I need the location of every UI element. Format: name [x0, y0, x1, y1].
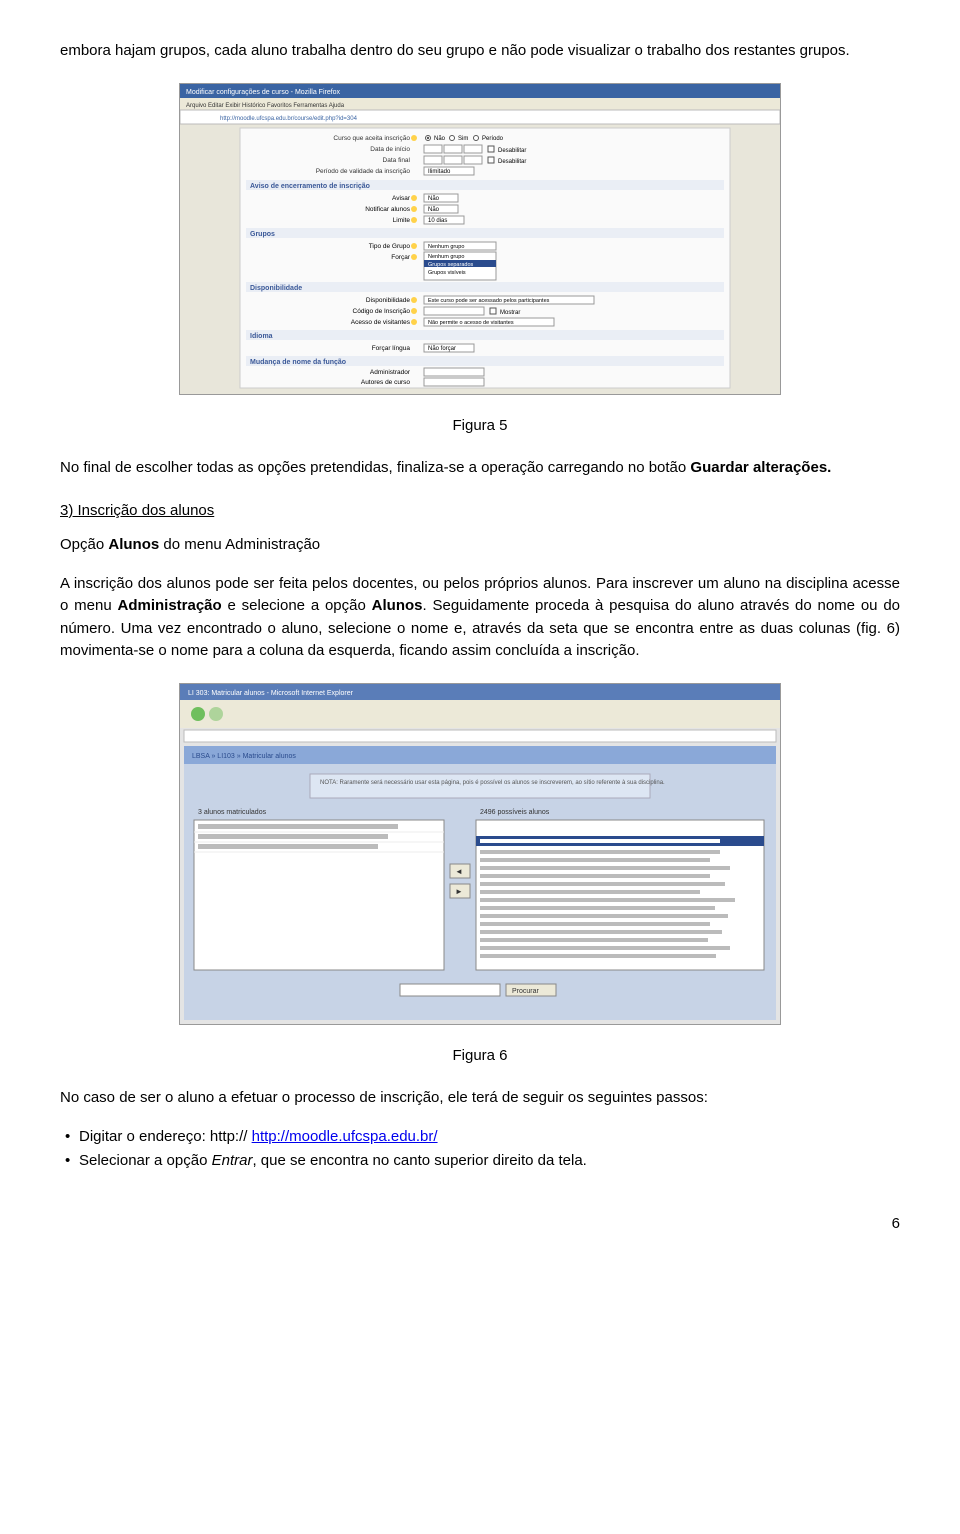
section-3-heading: 3) Inscrição dos alunos: [60, 500, 900, 523]
svg-text:Não permite o acesso de visita: Não permite o acesso de visitantes: [428, 320, 514, 326]
bullet-2: • Selecionar a opção Entrar, que se enco…: [65, 1150, 900, 1173]
paragraph-intro: embora hajam grupos, cada aluno trabalha…: [60, 40, 900, 63]
left-list-header: 3 alunos matriculados: [198, 809, 267, 816]
address-url: http://moodle.ufcspa.edu.br/course/edit.…: [220, 116, 358, 122]
svg-text:Avisar: Avisar: [392, 195, 411, 202]
section-title-mudanca-nome: Mudança de nome da função: [250, 359, 346, 366]
figure-5-caption: Figura 5: [60, 415, 900, 438]
label-data-inicio: Data de início: [370, 146, 410, 153]
svg-text:Código de Inscrição: Código de Inscrição: [353, 308, 411, 315]
figure-5: Modificar configurações de curso - Mozil…: [179, 83, 781, 395]
svg-text:◄: ◄: [455, 867, 463, 876]
svg-text:Desabilitar: Desabilitar: [498, 159, 526, 165]
svg-text:Período: Período: [482, 136, 504, 142]
breadcrumb: LBSA » LI103 » Matricular alunos: [192, 753, 296, 760]
label-periodo-validade: Período de validade da inscrição: [316, 168, 411, 175]
svg-text:Não: Não: [434, 136, 446, 142]
svg-text:Notificar alunos: Notificar alunos: [365, 206, 411, 213]
svg-text:Forçar: Forçar: [391, 254, 411, 261]
label-data-final: Data final: [383, 157, 411, 164]
bullet-list: • Digitar o endereço: http:// http://moo…: [60, 1126, 900, 1173]
svg-text:Grupos visíveis: Grupos visíveis: [428, 270, 466, 276]
section-title-idioma: Idioma: [250, 333, 273, 340]
section-title-disponibilidade: Disponibilidade: [250, 285, 302, 292]
figure-6-caption: Figura 6: [60, 1045, 900, 1068]
svg-text:Nenhum grupo: Nenhum grupo: [428, 244, 464, 250]
svg-text:Este curso pode ser acessado p: Este curso pode ser acessado pelos parti…: [428, 298, 550, 304]
svg-text:Mostrar: Mostrar: [500, 310, 520, 316]
link-moodle[interactable]: http://moodle.ufcspa.edu.br/: [252, 1128, 438, 1145]
paragraph-aluno-inscricao: No caso de ser o aluno a efetuar o proce…: [60, 1087, 900, 1110]
info-note: NOTA: Raramente será necessário usar est…: [320, 780, 665, 786]
svg-text:Forçar língua: Forçar língua: [372, 345, 411, 352]
right-list-header: 2496 possíveis alunos: [480, 809, 550, 816]
label-aceita-inscricao: Curso que aceita inscrição: [333, 135, 410, 142]
svg-text:Sim: Sim: [458, 136, 468, 142]
search-button: Procurar: [512, 988, 540, 995]
svg-text:►: ►: [455, 887, 463, 896]
svg-text:Desabilitar: Desabilitar: [498, 148, 526, 154]
section-title-aviso: Aviso de encerramento de inscrição: [250, 183, 370, 190]
svg-text:Ilimitado: Ilimitado: [428, 169, 451, 175]
svg-text:Autores de curso: Autores de curso: [361, 379, 411, 386]
svg-text:Não forçar: Não forçar: [428, 346, 456, 352]
svg-text:Grupos separados: Grupos separados: [428, 262, 473, 268]
paragraph-inscricao-alunos: A inscrição dos alunos pode ser feita pe…: [60, 573, 900, 663]
figure-6: LI 303: Matricular alunos - Microsoft In…: [179, 683, 781, 1025]
svg-text:10 dias: 10 dias: [428, 218, 447, 224]
svg-text:Não: Não: [428, 196, 440, 202]
window-title: Modificar configurações de curso - Mozil…: [186, 89, 341, 96]
svg-text:Administrador: Administrador: [370, 369, 411, 376]
svg-text:Não: Não: [428, 207, 440, 213]
svg-text:Nenhum grupo: Nenhum grupo: [428, 254, 464, 260]
menu-bar: Arquivo Editar Exibir Histórico Favorito…: [186, 103, 345, 109]
bullet-1: • Digitar o endereço: http:// http://moo…: [65, 1126, 900, 1149]
section-title-grupos: Grupos: [250, 231, 275, 238]
paragraph-guardar: No final de escolher todas as opções pre…: [60, 457, 900, 480]
svg-text:Acesso de visitantes: Acesso de visitantes: [351, 319, 411, 326]
svg-text:Tipo de Grupo: Tipo de Grupo: [369, 243, 411, 250]
section-3-subheading: Opção Alunos do menu Administração: [60, 534, 900, 557]
window-title: LI 303: Matricular alunos - Microsoft In…: [188, 690, 354, 697]
svg-text:Limite: Limite: [393, 217, 411, 224]
svg-text:Disponibilidade: Disponibilidade: [366, 297, 410, 304]
page-number: 6: [60, 1213, 900, 1236]
